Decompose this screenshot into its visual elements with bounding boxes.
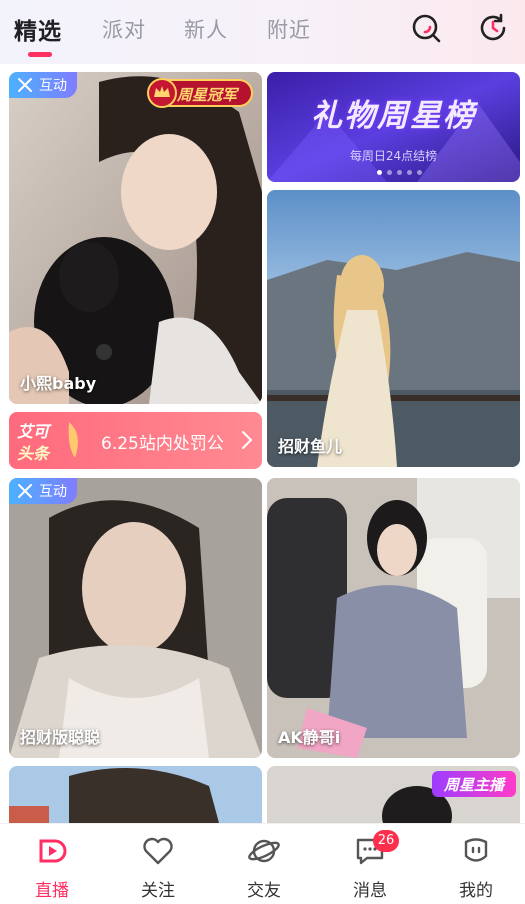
news-logo-line2: 头条 [17, 444, 50, 463]
history-icon[interactable] [477, 12, 509, 44]
streamer-name: AK静哥i [278, 728, 341, 747]
pagination-dot [377, 170, 382, 175]
nav-messages-label: 消息 [353, 881, 387, 901]
news-logo-line1: 艾可 [17, 422, 50, 441]
unread-count-badge: 26 [373, 830, 399, 852]
streamer-photo [9, 766, 262, 823]
pagination-dot [407, 170, 412, 175]
pagination-dot [387, 170, 392, 175]
heart-icon [143, 837, 173, 865]
streamer-photo [267, 190, 520, 467]
active-tab-indicator [28, 52, 52, 57]
nav-messages[interactable]: 26 消息 [335, 830, 405, 901]
banner-subtitle: 每周日24点结榜 [349, 149, 438, 163]
chevron-right-icon [242, 431, 253, 449]
interact-badge: 互动 [9, 478, 77, 504]
tab-nearby[interactable]: 附近 [267, 14, 311, 44]
top-bar: 精选 派对 新人 附近 [0, 0, 525, 64]
profile-icon [464, 838, 488, 862]
streamer-photo [9, 72, 262, 404]
news-text: 6.25站内处罚公 [101, 434, 224, 454]
nav-friends-label: 交友 [247, 881, 281, 901]
live-icon [39, 839, 67, 863]
pagination-dot [397, 170, 402, 175]
banner-title: 礼物周星榜 [311, 98, 476, 134]
interact-badge-label: 互动 [39, 78, 67, 94]
nav-profile-label: 我的 [459, 881, 493, 901]
nav-live[interactable]: 直播 [17, 834, 87, 901]
tab-newcomer[interactable]: 新人 [184, 14, 228, 44]
nav-profile[interactable]: 我的 [441, 834, 511, 901]
streamer-photo [9, 478, 262, 758]
tab-party[interactable]: 派对 [102, 14, 146, 44]
interact-badge: 互动 [9, 72, 77, 98]
bottom-navigation: 直播 关注 交友 26 消息 我的 [0, 823, 525, 904]
nav-follow-label: 关注 [141, 881, 175, 901]
search-icon[interactable] [410, 12, 442, 44]
crossed-swords-icon [18, 484, 32, 498]
banner-pagination [377, 170, 422, 175]
tab-featured[interactable]: 精选 [14, 12, 62, 46]
streamer-name: 小熙baby [20, 374, 97, 393]
nav-live-label: 直播 [35, 881, 69, 901]
interact-badge-label: 互动 [39, 484, 67, 500]
live-card-1[interactable]: 互动 小熙baby [9, 72, 262, 404]
streamer-name: 招财鱼儿 [278, 437, 343, 456]
weekly-gift-banner[interactable]: 礼物周星榜 每周日24点结榜 [267, 72, 520, 182]
streamer-name: 招财版聪聪 [20, 728, 101, 747]
streamer-photo [267, 478, 520, 758]
pagination-dot [417, 170, 422, 175]
nav-friends[interactable]: 交友 [229, 834, 299, 901]
planet-icon [248, 839, 280, 863]
weekly-champion-label: 周星冠军 [177, 86, 238, 104]
news-ticker[interactable]: 艾可 头条 6.25站内处罚公 [9, 412, 262, 469]
crossed-swords-icon [18, 78, 32, 92]
live-card-3[interactable]: 互动 招财版聪聪 [9, 478, 262, 758]
nav-follow[interactable]: 关注 [123, 834, 193, 901]
live-card-2[interactable]: 招财鱼儿 [267, 190, 520, 467]
live-card-5[interactable] [9, 766, 262, 823]
live-card-4[interactable]: AK静哥i [267, 478, 520, 758]
weekly-star-anchor-badge: 周星主播 [432, 771, 516, 797]
